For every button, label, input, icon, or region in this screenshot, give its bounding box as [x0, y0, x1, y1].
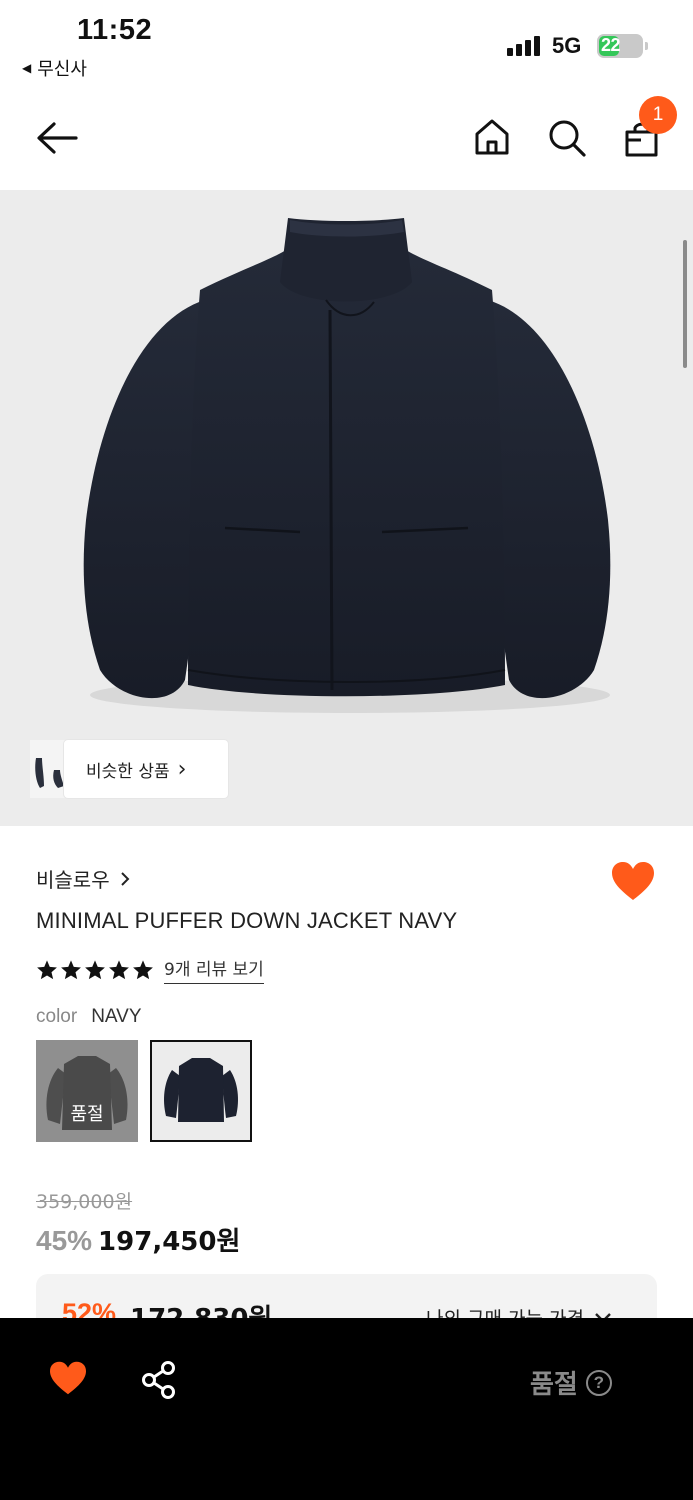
back-arrow-icon[interactable] — [34, 120, 80, 156]
brand-link[interactable]: 비슬로우 — [36, 864, 130, 893]
star-icon — [133, 959, 153, 979]
chevron-right-icon: › — [177, 756, 187, 782]
product-image-gallery[interactable]: 비슷한 상품 › — [0, 190, 693, 826]
original-price: 359,000원 — [36, 1191, 133, 1213]
bottom-action-bar: 품절 ? — [0, 1318, 693, 1500]
back-to-app-link[interactable]: ◀ 무신사 — [22, 55, 87, 81]
like-heart-icon[interactable] — [48, 1360, 88, 1396]
similar-products-label: 비슷한 상품 — [86, 761, 170, 782]
battery-level: 22 — [601, 35, 621, 55]
color-label: color — [36, 1006, 78, 1027]
product-image — [83, 218, 611, 713]
help-icon[interactable]: ? — [585, 1369, 612, 1396]
brand-name: 비슬로우 — [36, 868, 110, 892]
sale-price-row: 45% 197,450원 — [36, 1221, 240, 1258]
soldout-overlay-label: 품절 — [70, 1104, 104, 1125]
discount-rate: 45% — [36, 1225, 93, 1256]
product-title: MINIMAL PUFFER DOWN JACKET NAVY — [36, 908, 458, 933]
clock: 11:52 — [77, 14, 153, 46]
star-icon — [37, 959, 57, 979]
review-link[interactable]: 9개 리뷰 보기 — [164, 955, 264, 984]
home-icon[interactable] — [474, 118, 510, 156]
share-icon[interactable] — [140, 1360, 178, 1400]
rating-stars — [36, 959, 154, 981]
favorite-heart-icon[interactable] — [610, 860, 656, 902]
star-icon — [61, 959, 81, 979]
soldout-label: 품절 — [530, 1370, 578, 1400]
back-triangle-icon: ◀ — [22, 61, 32, 75]
rating-row: 9개 리뷰 보기 — [36, 955, 264, 984]
color-option-row: color NAVY — [36, 1006, 142, 1028]
color-value: NAVY — [91, 1006, 142, 1027]
image-scrollbar[interactable] — [683, 240, 687, 368]
status-bar: 11:52 ◀ 무신사 5G 22 — [0, 0, 693, 90]
signal-icon — [507, 36, 540, 56]
chevron-right-icon — [120, 871, 130, 886]
top-nav-bar — [0, 90, 693, 190]
star-icon — [109, 959, 129, 979]
color-swatch-navy-selected[interactable] — [150, 1040, 252, 1142]
search-icon[interactable] — [547, 118, 587, 158]
similar-products-card[interactable]: 비슷한 상품 › — [64, 740, 228, 798]
back-app-label: 무신사 — [37, 59, 87, 80]
sale-price: 197,450원 — [98, 1227, 241, 1257]
cart-count-badge: 1 — [639, 96, 677, 134]
battery-icon: 22 — [597, 34, 648, 58]
star-icon — [85, 959, 105, 979]
similar-products-button[interactable]: 비슷한 상품 › — [30, 740, 228, 798]
network-type: 5G — [552, 33, 582, 58]
soldout-status: 품절 ? — [530, 1364, 612, 1401]
color-swatch-soldout[interactable]: 품절 — [36, 1040, 138, 1142]
